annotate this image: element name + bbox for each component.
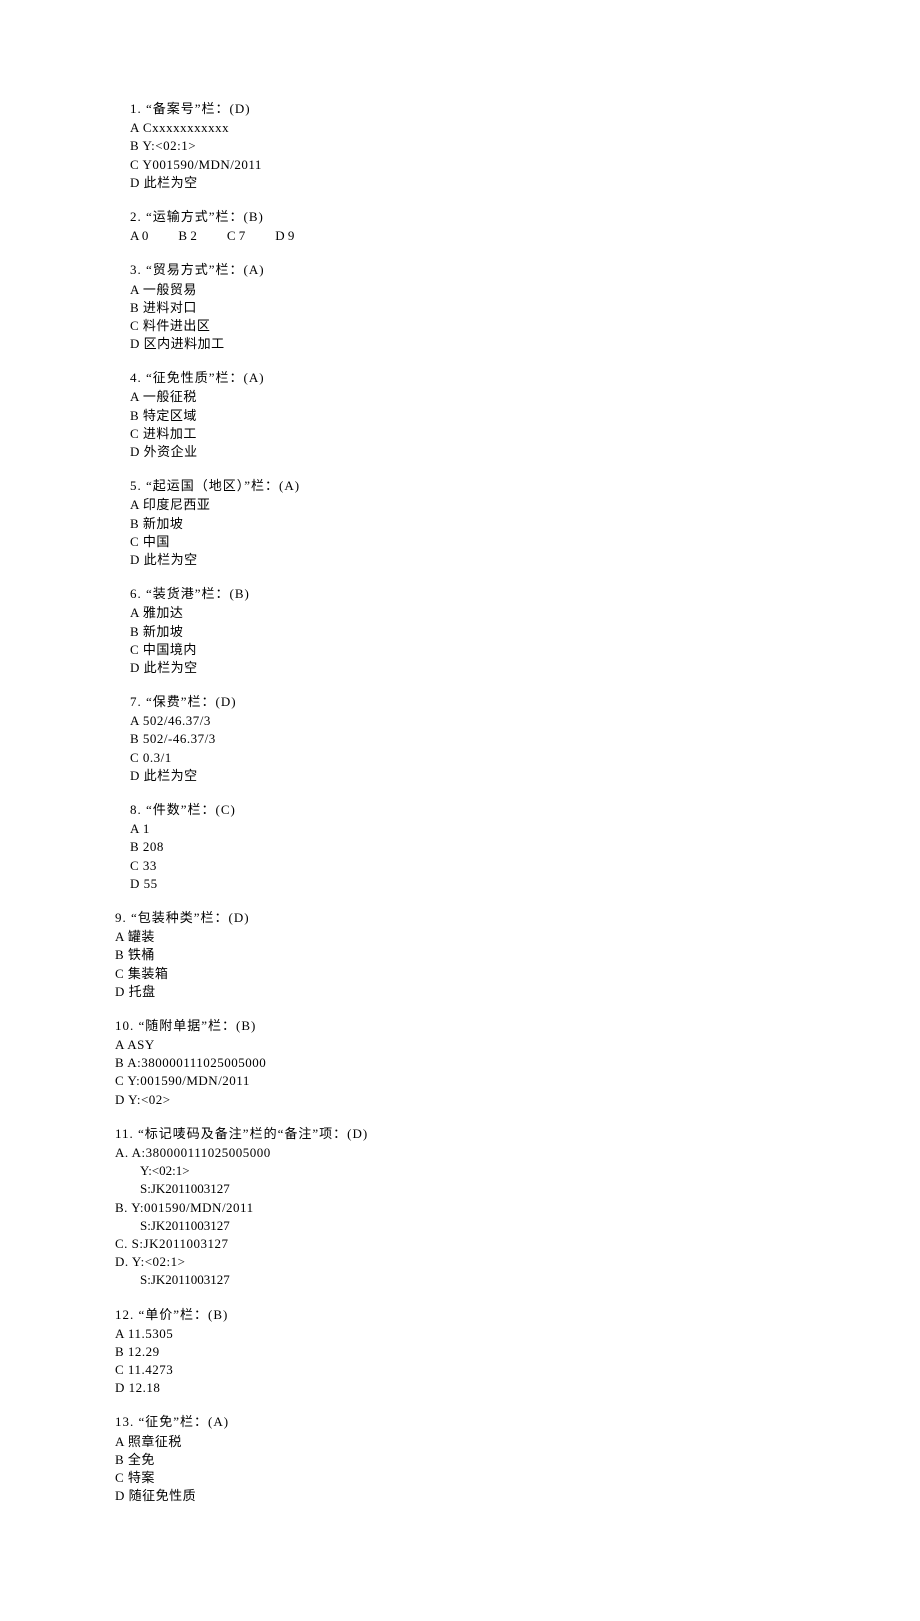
question-7: 7. “保费”栏：(D) A 502/46.37/3 B 502/-46.37/… bbox=[130, 693, 820, 785]
option-sub: S:JK2011003127 bbox=[140, 1180, 820, 1198]
option: B 新加坡 bbox=[130, 623, 820, 641]
option: A 11.5305 bbox=[115, 1325, 820, 1343]
option: A 一般贸易 bbox=[130, 281, 820, 299]
question-10: 10. “随附单据”栏：(B) A ASY B A:38000011102500… bbox=[115, 1017, 820, 1109]
option: C 集装箱 bbox=[115, 965, 820, 983]
option: A Cxxxxxxxxxxx bbox=[130, 119, 820, 137]
option: D 托盘 bbox=[115, 983, 820, 1001]
option: C 7 bbox=[227, 227, 245, 245]
option-sub: S:JK2011003127 bbox=[140, 1217, 820, 1235]
option: C Y001590/MDN/2011 bbox=[130, 156, 820, 174]
option: B 铁桶 bbox=[115, 946, 820, 964]
option: A ASY bbox=[115, 1036, 820, 1054]
option: D 随征免性质 bbox=[115, 1487, 820, 1505]
option: A 1 bbox=[130, 820, 820, 838]
question-title: 4. “征免性质”栏：(A) bbox=[130, 369, 820, 387]
question-title: 6. “装货港”栏：(B) bbox=[130, 585, 820, 603]
option: B 进料对口 bbox=[130, 299, 820, 317]
question-title: 9. “包装种类”栏：(D) bbox=[115, 909, 820, 927]
option: A 罐装 bbox=[115, 928, 820, 946]
option: B 502/-46.37/3 bbox=[130, 730, 820, 748]
option: C 33 bbox=[130, 857, 820, 875]
question-3: 3. “贸易方式”栏：(A) A 一般贸易 B 进料对口 C 料件进出区 D 区… bbox=[130, 261, 820, 353]
option: B A:380000111025005000 bbox=[115, 1054, 820, 1072]
question-2: 2. “运输方式”栏：(B) A 0 B 2 C 7 D 9 bbox=[130, 208, 820, 245]
option: A 一般征税 bbox=[130, 388, 820, 406]
option: C 进料加工 bbox=[130, 425, 820, 443]
option-sub: Y:<02:1> bbox=[140, 1162, 820, 1180]
question-8: 8. “件数”栏：(C) A 1 B 208 C 33 D 55 bbox=[130, 801, 820, 893]
option: B 2 bbox=[178, 227, 196, 245]
question-6: 6. “装货港”栏：(B) A 雅加达 B 新加坡 C 中国境内 D 此栏为空 bbox=[130, 585, 820, 677]
option: D 区内进料加工 bbox=[130, 335, 820, 353]
question-5: 5. “起运国（地区）”栏：(A) A 印度尼西亚 B 新加坡 C 中国 D 此… bbox=[130, 477, 820, 569]
option: D. Y:<02:1> bbox=[115, 1253, 820, 1271]
option: C 11.4273 bbox=[115, 1361, 820, 1379]
option: C 特案 bbox=[115, 1469, 820, 1487]
option: D 此栏为空 bbox=[130, 767, 820, 785]
option: C 0.3/1 bbox=[130, 749, 820, 767]
option: D 12.18 bbox=[115, 1379, 820, 1397]
option: A 0 bbox=[130, 227, 148, 245]
question-title: 3. “贸易方式”栏：(A) bbox=[130, 261, 820, 279]
option: B 全免 bbox=[115, 1451, 820, 1469]
option: A 雅加达 bbox=[130, 604, 820, 622]
option: D 55 bbox=[130, 875, 820, 893]
option: C Y:001590/MDN/2011 bbox=[115, 1072, 820, 1090]
question-title: 1. “备案号”栏：(D) bbox=[130, 100, 820, 118]
option: D 外资企业 bbox=[130, 443, 820, 461]
option: A 印度尼西亚 bbox=[130, 496, 820, 514]
question-11: 11. “标记唛码及备注”栏的“备注”项：(D) A. A:3800001110… bbox=[115, 1125, 820, 1290]
option: D 此栏为空 bbox=[130, 551, 820, 569]
option: A 照章征税 bbox=[115, 1433, 820, 1451]
option: C 料件进出区 bbox=[130, 317, 820, 335]
question-12: 12. “单价”栏：(B) A 11.5305 B 12.29 C 11.427… bbox=[115, 1306, 820, 1398]
option: B 12.29 bbox=[115, 1343, 820, 1361]
option-sub: S:JK2011003127 bbox=[140, 1271, 820, 1289]
option: B Y:<02:1> bbox=[130, 137, 820, 155]
option: C 中国 bbox=[130, 533, 820, 551]
option: D 此栏为空 bbox=[130, 659, 820, 677]
question-4: 4. “征免性质”栏：(A) A 一般征税 B 特定区域 C 进料加工 D 外资… bbox=[130, 369, 820, 461]
question-title: 10. “随附单据”栏：(B) bbox=[115, 1017, 820, 1035]
option: B 208 bbox=[130, 838, 820, 856]
question-1: 1. “备案号”栏：(D) A Cxxxxxxxxxxx B Y:<02:1> … bbox=[130, 100, 820, 192]
option: D Y:<02> bbox=[115, 1091, 820, 1109]
option: A. A:380000111025005000 bbox=[115, 1144, 820, 1162]
option: C 中国境内 bbox=[130, 641, 820, 659]
option: B 新加坡 bbox=[130, 515, 820, 533]
option: B 特定区域 bbox=[130, 407, 820, 425]
option: D 9 bbox=[275, 227, 294, 245]
question-title: 13. “征免”栏：(A) bbox=[115, 1413, 820, 1431]
option: B. Y:001590/MDN/2011 bbox=[115, 1199, 820, 1217]
option: D 此栏为空 bbox=[130, 174, 820, 192]
question-title: 5. “起运国（地区）”栏：(A) bbox=[130, 477, 820, 495]
question-title: 12. “单价”栏：(B) bbox=[115, 1306, 820, 1324]
question-13: 13. “征免”栏：(A) A 照章征税 B 全免 C 特案 D 随征免性质 bbox=[115, 1413, 820, 1505]
option: A 502/46.37/3 bbox=[130, 712, 820, 730]
question-title: 11. “标记唛码及备注”栏的“备注”项：(D) bbox=[115, 1125, 820, 1143]
question-9: 9. “包装种类”栏：(D) A 罐装 B 铁桶 C 集装箱 D 托盘 bbox=[115, 909, 820, 1001]
option: C. S:JK2011003127 bbox=[115, 1235, 820, 1253]
question-title: 8. “件数”栏：(C) bbox=[130, 801, 820, 819]
question-title: 2. “运输方式”栏：(B) bbox=[130, 208, 820, 226]
question-title: 7. “保费”栏：(D) bbox=[130, 693, 820, 711]
